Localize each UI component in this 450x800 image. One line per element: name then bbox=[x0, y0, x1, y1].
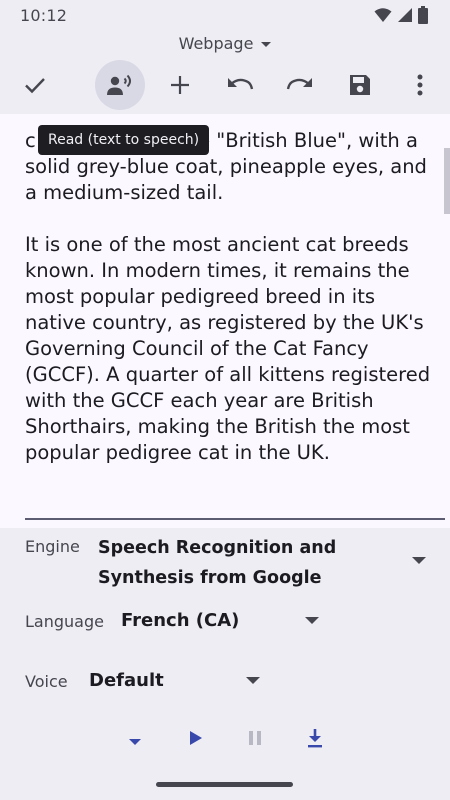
voice-label: Voice bbox=[25, 672, 68, 691]
wifi-icon bbox=[374, 7, 392, 23]
engine-value-line2: Synthesis from Google bbox=[98, 568, 322, 588]
tooltip: Read (text to speech) bbox=[38, 125, 210, 155]
status-time: 10:12 bbox=[20, 5, 68, 25]
plus-icon bbox=[169, 74, 191, 96]
check-icon bbox=[23, 73, 47, 97]
article-text[interactable]: c he "British Blue", with a solid grey-blu… bbox=[25, 128, 440, 492]
engine-value-line1: Speech Recognition and bbox=[98, 538, 337, 558]
pause-button[interactable] bbox=[241, 728, 269, 752]
battery-icon bbox=[418, 6, 428, 24]
scrollbar[interactable] bbox=[444, 148, 450, 214]
undo-button[interactable] bbox=[215, 60, 265, 110]
paragraph-1-end: he "British Blue", with a bbox=[185, 129, 418, 152]
more-vert-icon bbox=[417, 74, 423, 96]
home-indicator[interactable] bbox=[156, 782, 293, 787]
language-select[interactable]: French (CA) bbox=[121, 610, 239, 631]
play-icon bbox=[189, 730, 203, 750]
speaker-icon bbox=[106, 73, 134, 97]
status-icons bbox=[374, 6, 428, 24]
chevron-down-icon bbox=[261, 41, 272, 47]
status-bar: 10:12 bbox=[0, 0, 450, 30]
language-dropdown-icon[interactable] bbox=[305, 617, 319, 624]
read-aloud-button[interactable] bbox=[95, 60, 145, 110]
toolbar bbox=[0, 58, 450, 112]
redo-button[interactable] bbox=[275, 60, 325, 110]
download-icon bbox=[306, 728, 324, 752]
download-button[interactable] bbox=[301, 728, 329, 752]
document-type-dropdown[interactable]: Webpage bbox=[0, 30, 450, 56]
add-button[interactable] bbox=[155, 60, 205, 110]
voice-select[interactable]: Default bbox=[89, 670, 164, 691]
undo-icon bbox=[226, 75, 254, 95]
paragraph-1-start: c bbox=[25, 129, 36, 152]
voice-dropdown-icon[interactable] bbox=[246, 677, 260, 684]
paragraph-1-rest: solid grey-blue coat, pineapple eyes, an… bbox=[25, 155, 427, 204]
redo-icon bbox=[286, 75, 314, 95]
language-label: Language bbox=[25, 612, 104, 631]
engine-label: Engine bbox=[25, 537, 80, 556]
save-icon bbox=[348, 73, 372, 97]
engine-select[interactable]: Speech Recognition and Synthesis from Go… bbox=[98, 533, 398, 593]
play-button[interactable] bbox=[182, 728, 210, 752]
document-content[interactable]: c he "British Blue", with a solid grey-blu… bbox=[0, 114, 450, 528]
paragraph-2: It is one of the most ancient cat breeds… bbox=[25, 233, 431, 464]
save-button[interactable] bbox=[335, 60, 385, 110]
pause-icon bbox=[248, 730, 262, 750]
engine-dropdown-icon[interactable] bbox=[412, 557, 426, 564]
cell-signal-icon bbox=[397, 7, 413, 23]
arrow-drop-down-icon bbox=[128, 731, 142, 750]
more-options-button[interactable] bbox=[395, 60, 445, 110]
page-title: Webpage bbox=[178, 33, 254, 53]
done-button[interactable] bbox=[10, 60, 60, 110]
collapse-button[interactable] bbox=[121, 728, 149, 752]
divider bbox=[25, 518, 445, 520]
